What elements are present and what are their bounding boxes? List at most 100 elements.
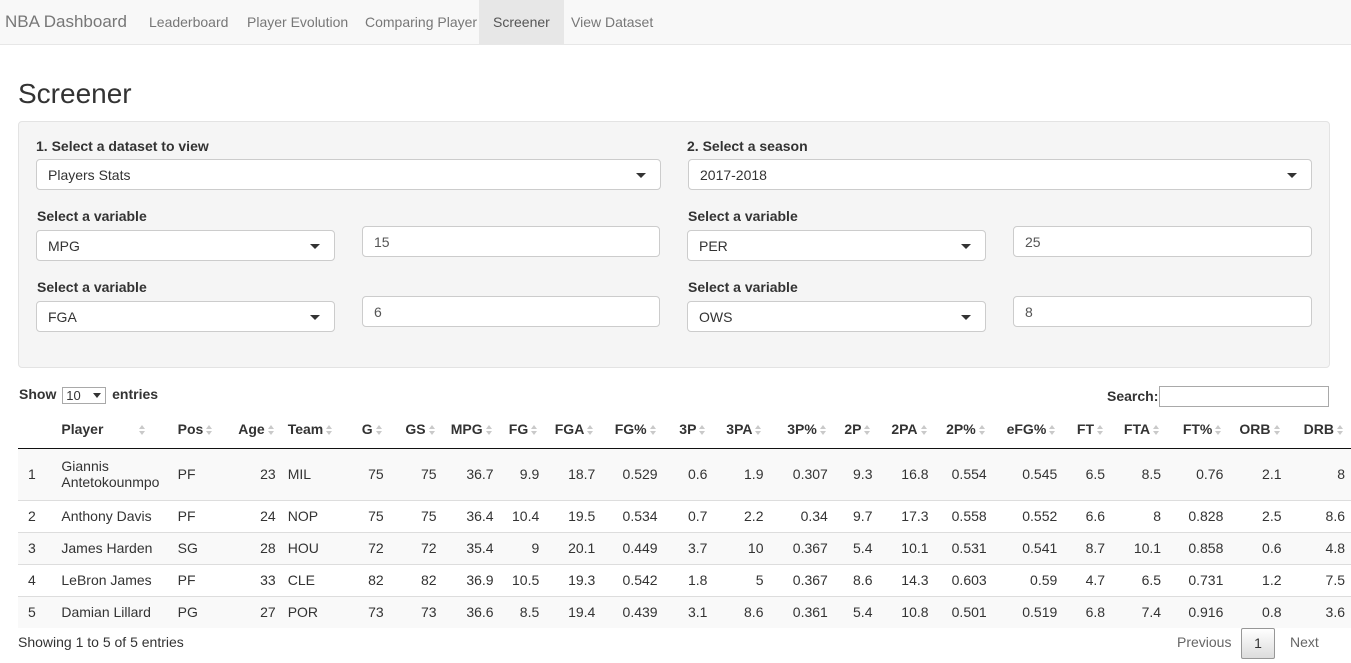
col-header-efg-pct[interactable]: eFG% [992, 411, 1064, 449]
table-cell: 19.4 [545, 595, 602, 628]
chevron-down-icon [636, 173, 646, 178]
col-header-fg-pct[interactable]: FG% [601, 411, 664, 449]
variable-2-select[interactable]: PER [687, 230, 986, 261]
chevron-down-icon [961, 315, 971, 320]
col-header-age[interactable]: Age [229, 411, 282, 449]
row-index-cell: 5 [18, 595, 56, 628]
table-cell: 82 [389, 563, 443, 596]
entries-select[interactable]: 10 [62, 386, 107, 404]
table-cell: POR [281, 595, 349, 628]
table-cell: 17.3 [878, 499, 935, 532]
col-header-3p-pct[interactable]: 3P% [769, 411, 834, 449]
table-cell: HOU [281, 531, 349, 564]
col-header-mpg[interactable]: MPG [442, 411, 500, 449]
table-row[interactable]: 3 James Harden SG 28 HOU 72 72 35.4 9 20.1 0.449 3.… [18, 531, 1351, 564]
table-cell: 72 [389, 531, 443, 564]
variable-1-threshold-input[interactable]: 15 [362, 226, 660, 257]
table-cell: 3.6 [1287, 595, 1351, 628]
variable-3-select-value: FGA [48, 309, 77, 325]
chevron-down-icon [961, 244, 971, 249]
table-cell: 0.542 [601, 563, 664, 596]
table-cell: 10 [713, 531, 770, 564]
col-header-2p-pct[interactable]: 2P% [934, 411, 993, 449]
previous-page-button[interactable]: Previous [1177, 628, 1231, 659]
col-header-ft[interactable]: FT [1063, 411, 1112, 449]
col-header-ft-pct[interactable]: FT% [1167, 411, 1230, 449]
table-cell: PF [171, 563, 230, 596]
season-select[interactable]: 2017-2018 [688, 159, 1312, 190]
next-page-button[interactable]: Next [1290, 628, 1319, 659]
table-cell: 2.2 [713, 499, 770, 532]
tab-comparing-player[interactable]: Comparing Player [351, 0, 491, 44]
col-header-2p[interactable]: 2P [833, 411, 879, 449]
sort-icon [1273, 424, 1282, 437]
col-header-fg[interactable]: FG [499, 411, 546, 449]
table-cell: 8.6 [713, 595, 770, 628]
sort-icon [428, 424, 437, 437]
app-brand[interactable]: NBA Dashboard [5, 12, 127, 32]
tab-player-evolution[interactable]: Player Evolution [233, 0, 362, 44]
table-cell: 7.4 [1111, 595, 1168, 628]
sort-icon [649, 424, 658, 437]
dataset-select[interactable]: Players Stats [36, 159, 661, 190]
col-header-3pa[interactable]: 3PA [713, 411, 770, 449]
variable-4-threshold-value: 8 [1025, 304, 1033, 320]
table-cell: MIL [281, 448, 349, 500]
variable-3-select[interactable]: FGA [36, 301, 335, 332]
col-header-index[interactable] [18, 411, 56, 449]
table-cell: 35.4 [442, 531, 500, 564]
table-cell: 0.554 [934, 448, 993, 500]
tab-screener[interactable]: Screener [479, 0, 564, 44]
table-cell: 72 [348, 531, 390, 564]
table-row[interactable]: 1 Giannis Antetokounmpo PF 23 MIL 75 75 36.7 9.9… [18, 448, 1351, 500]
table-cell: 36.9 [442, 563, 500, 596]
tab-leaderboard[interactable]: Leaderboard [135, 0, 242, 44]
col-header-3p[interactable]: 3P [663, 411, 714, 449]
table-cell: 0.59 [992, 563, 1064, 596]
col-header-fga[interactable]: FGA [545, 411, 602, 449]
table-row[interactable]: 4 LeBron James PF 33 CLE 82 82 36.9 10.5 19.3 0.54… [18, 563, 1351, 596]
col-header-g[interactable]: G [348, 411, 390, 449]
variable-2-threshold-input[interactable]: 25 [1013, 226, 1312, 257]
variable-4-select[interactable]: OWS [687, 301, 986, 332]
table-cell: 20.1 [545, 531, 602, 564]
tab-view-dataset[interactable]: View Dataset [557, 0, 667, 44]
col-header-2pa[interactable]: 2PA [878, 411, 935, 449]
table-cell: 23 [229, 448, 282, 500]
page-1-button[interactable]: 1 [1241, 628, 1275, 659]
col-header-team[interactable]: Team [281, 411, 349, 449]
search-input[interactable] [1159, 386, 1329, 407]
table-cell: LeBron James [55, 563, 172, 596]
table-cell: PF [171, 448, 230, 500]
col-header-orb[interactable]: ORB [1229, 411, 1288, 449]
col-header-fta[interactable]: FTA [1111, 411, 1168, 449]
table-row[interactable]: 2 Anthony Davis PF 24 NOP 75 75 36.4 10.4 19.5 0.5… [18, 499, 1351, 532]
show-label: Show [19, 386, 57, 402]
table-cell: 8 [1111, 499, 1168, 532]
variable-1-select[interactable]: MPG [36, 230, 335, 261]
table-cell: 0.552 [992, 499, 1064, 532]
table-cell: 6.5 [1063, 448, 1112, 500]
variable-4-threshold-input[interactable]: 8 [1013, 296, 1312, 327]
season-select-value: 2017-2018 [700, 167, 767, 183]
table-cell: Anthony Davis [55, 499, 172, 532]
table-cell: 0.367 [769, 563, 834, 596]
col-header-gs[interactable]: GS [389, 411, 443, 449]
col-header-player[interactable]: Player [55, 411, 172, 449]
table-cell: Damian Lillard [55, 595, 172, 628]
table-cell: 10.8 [878, 595, 935, 628]
table-body: 1 Giannis Antetokounmpo PF 23 MIL 75 75 36.7 9.9… [18, 448, 1351, 628]
variable-3-threshold-input[interactable]: 6 [362, 296, 660, 327]
table-cell: 0.558 [934, 499, 993, 532]
col-header-pos[interactable]: Pos [171, 411, 230, 449]
variable-1-label: Select a variable [37, 208, 147, 224]
table-row[interactable]: 5 Damian Lillard PG 27 POR 73 73 36.6 8.5 19.4 0.4… [18, 595, 1351, 628]
table-cell: 28 [229, 531, 282, 564]
sort-icon [1049, 424, 1057, 437]
table-cell: 9.3 [833, 448, 879, 500]
col-header-drb[interactable]: DRB [1287, 411, 1351, 449]
table-cell: 0.545 [992, 448, 1064, 500]
entries-select-value: 10 [66, 387, 81, 403]
table-cell: PG [171, 595, 230, 628]
table-cell: 3.7 [663, 531, 714, 564]
